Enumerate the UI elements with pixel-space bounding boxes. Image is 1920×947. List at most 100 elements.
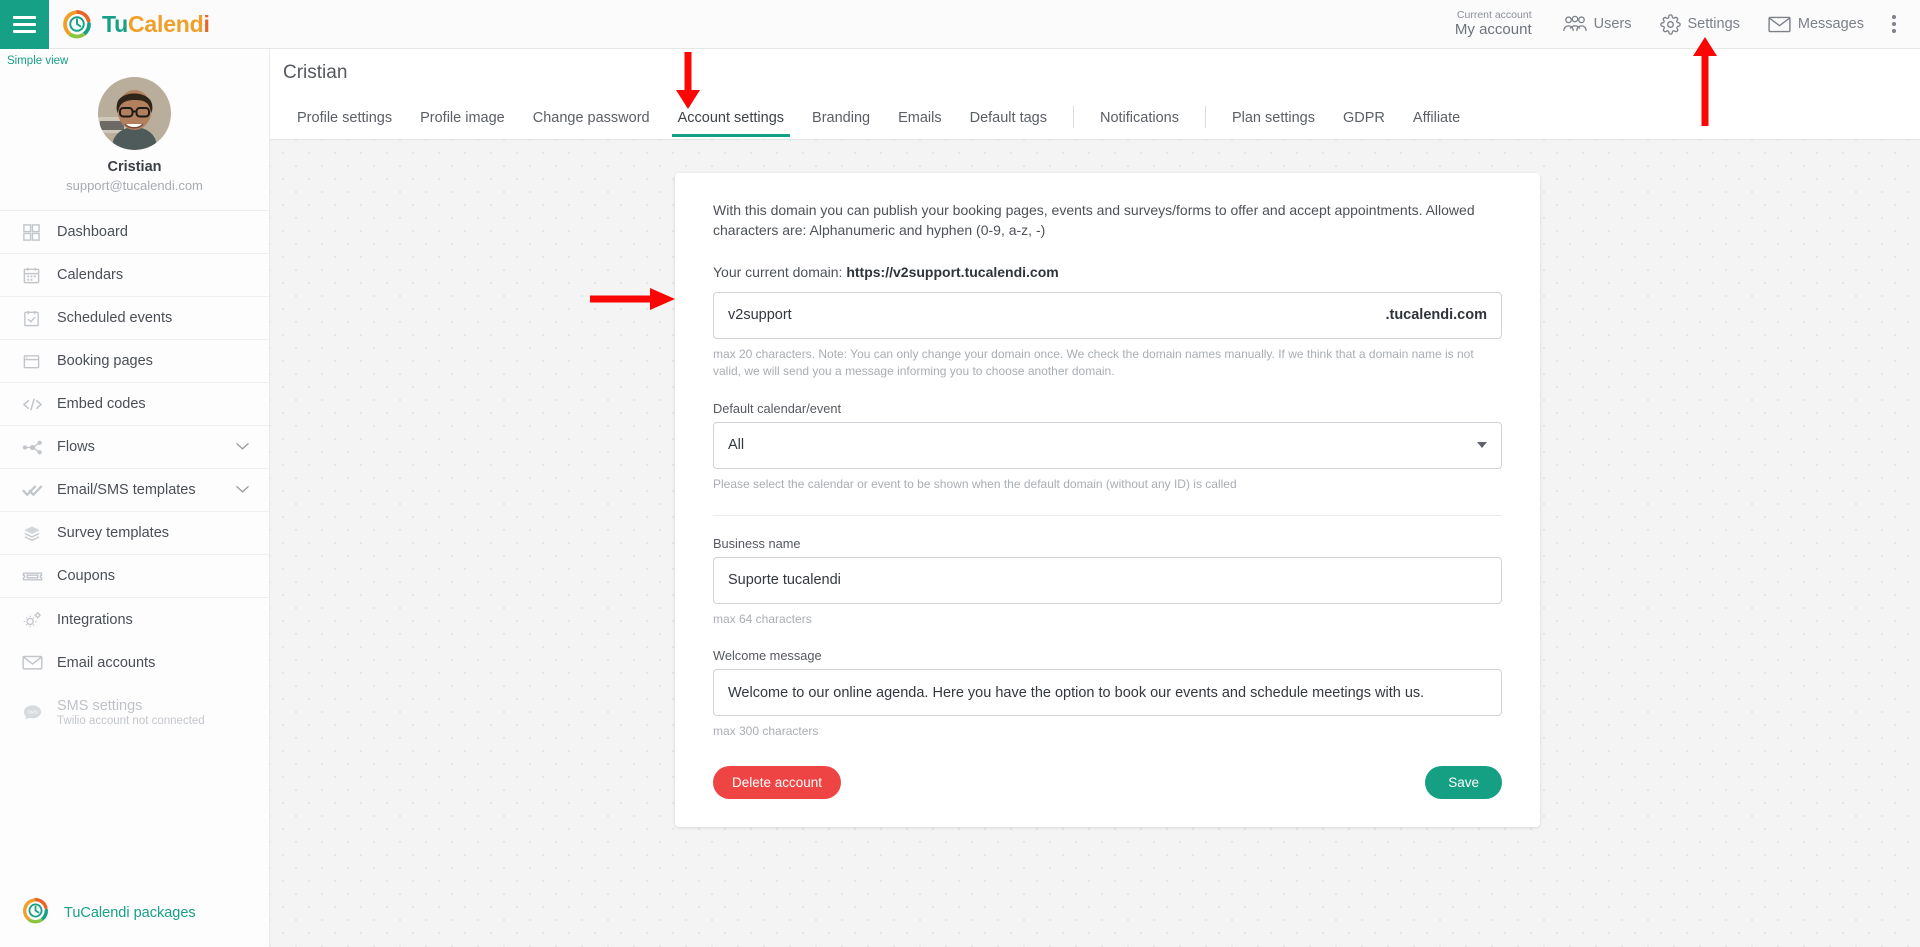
sidebar-item-label: Integrations [57, 611, 133, 628]
top-bar: TuCalendi Current account My account Use… [0, 0, 1920, 49]
layers-icon [22, 524, 49, 543]
sidebar-item-calendars[interactable]: Calendars [0, 254, 269, 297]
profile-name: Cristian [107, 159, 162, 175]
tab-profile-settings[interactable]: Profile settings [283, 110, 406, 137]
chevron-down-icon[interactable] [1477, 442, 1487, 449]
messages-menu-button[interactable]: Messages [1754, 0, 1878, 49]
code-icon [22, 395, 49, 414]
menu-toggle-button[interactable] [0, 0, 49, 49]
arrow-to-account-settings-tab [673, 52, 703, 114]
chevron-down-icon[interactable] [236, 481, 249, 499]
tucalendi-packages-link[interactable]: TuCalendi packages [0, 897, 270, 929]
page-title: Cristian [283, 62, 348, 83]
messages-label: Messages [1797, 16, 1864, 32]
section-divider [713, 514, 1502, 516]
sidebar: Simple view Cristian support@tucalendi.c… [0, 49, 270, 947]
tab-profile-image[interactable]: Profile image [406, 110, 519, 137]
avatar[interactable] [98, 77, 171, 150]
ticket-icon [22, 567, 49, 586]
tucalendi-logo-icon [22, 897, 49, 929]
envelope-icon [1768, 16, 1791, 33]
tab-affiliate[interactable]: Affiliate [1399, 110, 1474, 137]
welcome-message-value: Welcome to our online agenda. Here you h… [728, 684, 1425, 701]
more-options-button[interactable] [1878, 15, 1910, 33]
sidebar-item-label: Email accounts [57, 654, 156, 671]
gears-icon [22, 610, 49, 630]
sms-settings-text: SMS settings Twilio account not connecte… [49, 698, 205, 727]
tab-plan-settings[interactable]: Plan settings [1218, 110, 1329, 137]
sidebar-item-dashboard[interactable]: Dashboard [0, 211, 269, 254]
sidebar-item-embed-codes[interactable]: Embed codes [0, 383, 269, 426]
tucalendi-packages-label: TuCalendi packages [64, 905, 196, 921]
domain-input-value: v2support [728, 307, 792, 324]
tab-branding[interactable]: Branding [798, 110, 884, 137]
default-calendar-label: Default calendar/event [713, 400, 842, 416]
domain-input[interactable]: v2support .tucalendi.com [713, 291, 1502, 339]
sidebar-item-label: Survey templates [57, 525, 170, 541]
sidebar-item-label: Booking pages [57, 353, 153, 369]
brand-part-3: i [203, 10, 210, 37]
burger-line [13, 15, 36, 19]
kebab-dot [1892, 15, 1896, 19]
welcome-message-hint: max 300 characters [713, 724, 819, 739]
users-menu-button[interactable]: Users [1549, 0, 1646, 49]
default-calendar-select-wrap: All [713, 421, 1502, 469]
sidebar-item-sms-settings[interactable]: SMS SMS settings Twilio account not conn… [0, 684, 269, 740]
sms-bubble-icon: SMS [22, 703, 49, 722]
sidebar-item-label: Calendars [57, 267, 124, 283]
tab-default-tags[interactable]: Default tags [956, 110, 1061, 137]
sidebar-item-email-accounts[interactable]: Email accounts [0, 641, 269, 684]
current-domain-value: https://v2support.tucalendi.com [846, 263, 1059, 280]
calendar-icon [22, 266, 49, 285]
welcome-message-input[interactable]: Welcome to our online agenda. Here you h… [713, 669, 1502, 717]
current-domain-label: Your current domain: [713, 263, 843, 280]
kebab-dot [1892, 29, 1896, 33]
save-button[interactable]: Save [1425, 765, 1502, 799]
users-icon [1562, 15, 1587, 33]
domain-suffix: .tucalendi.com [1385, 307, 1487, 324]
business-name-hint: max 64 characters [713, 611, 812, 626]
default-calendar-hint: Please select the calendar or event to b… [713, 476, 1237, 491]
content-area: With this domain you can publish your bo… [270, 139, 1920, 947]
brand-logo-link[interactable]: TuCalendi [62, 9, 210, 39]
flow-icon [22, 438, 49, 457]
tab-notifications[interactable]: Notifications [1086, 110, 1193, 137]
sidebar-nav: Dashboard Calendars Scheduled events Boo… [0, 210, 269, 740]
sidebar-item-label: Scheduled events [57, 310, 173, 326]
main-area: Cristian Profile settings Profile image … [270, 49, 1920, 947]
sidebar-item-label: SMS settings [57, 697, 143, 714]
sidebar-item-email-sms-templates[interactable]: Email/SMS templates [0, 469, 269, 512]
tab-change-password[interactable]: Change password [519, 110, 664, 137]
sidebar-item-flows[interactable]: Flows [0, 426, 269, 469]
sidebar-item-survey-templates[interactable]: Survey templates [0, 512, 269, 555]
chevron-down-icon[interactable] [236, 438, 249, 456]
tab-gdpr[interactable]: GDPR [1329, 110, 1399, 137]
brand-part-2: Calend [128, 10, 204, 37]
default-calendar-select[interactable]: All [713, 421, 1502, 469]
sidebar-item-integrations[interactable]: Integrations [0, 598, 269, 641]
tab-account-settings[interactable]: Account settings [664, 110, 798, 137]
top-bar-right: Current account My account Users Setting… [1455, 0, 1920, 49]
burger-line [13, 22, 36, 26]
sidebar-item-label: Coupons [57, 568, 116, 584]
delete-account-button[interactable]: Delete account [713, 765, 842, 799]
business-name-input[interactable]: Suporte tucalendi [713, 556, 1502, 604]
sidebar-item-coupons[interactable]: Coupons [0, 555, 269, 598]
window-icon [22, 352, 49, 371]
svg-text:SMS: SMS [27, 709, 37, 715]
sidebar-profile: Cristian support@tucalendi.com [0, 67, 269, 210]
sidebar-item-booking-pages[interactable]: Booking pages [0, 340, 269, 383]
current-account-block[interactable]: Current account My account [1455, 9, 1532, 38]
business-name-value: Suporte tucalendi [728, 572, 841, 589]
current-domain-line: Your current domain: https://v2support.t… [713, 264, 1502, 280]
brand-part-1: Tu [102, 10, 128, 37]
simple-view-link[interactable]: Simple view [0, 49, 269, 67]
default-calendar-value: All [728, 437, 745, 454]
double-check-icon [22, 481, 49, 500]
current-account-value: My account [1454, 21, 1532, 39]
tab-emails[interactable]: Emails [884, 110, 956, 137]
domain-hint: max 20 characters. Note: You can only ch… [713, 346, 1474, 379]
users-label: Users [1593, 16, 1632, 32]
account-settings-card: With this domain you can publish your bo… [675, 173, 1540, 827]
sidebar-item-scheduled-events[interactable]: Scheduled events [0, 297, 269, 340]
